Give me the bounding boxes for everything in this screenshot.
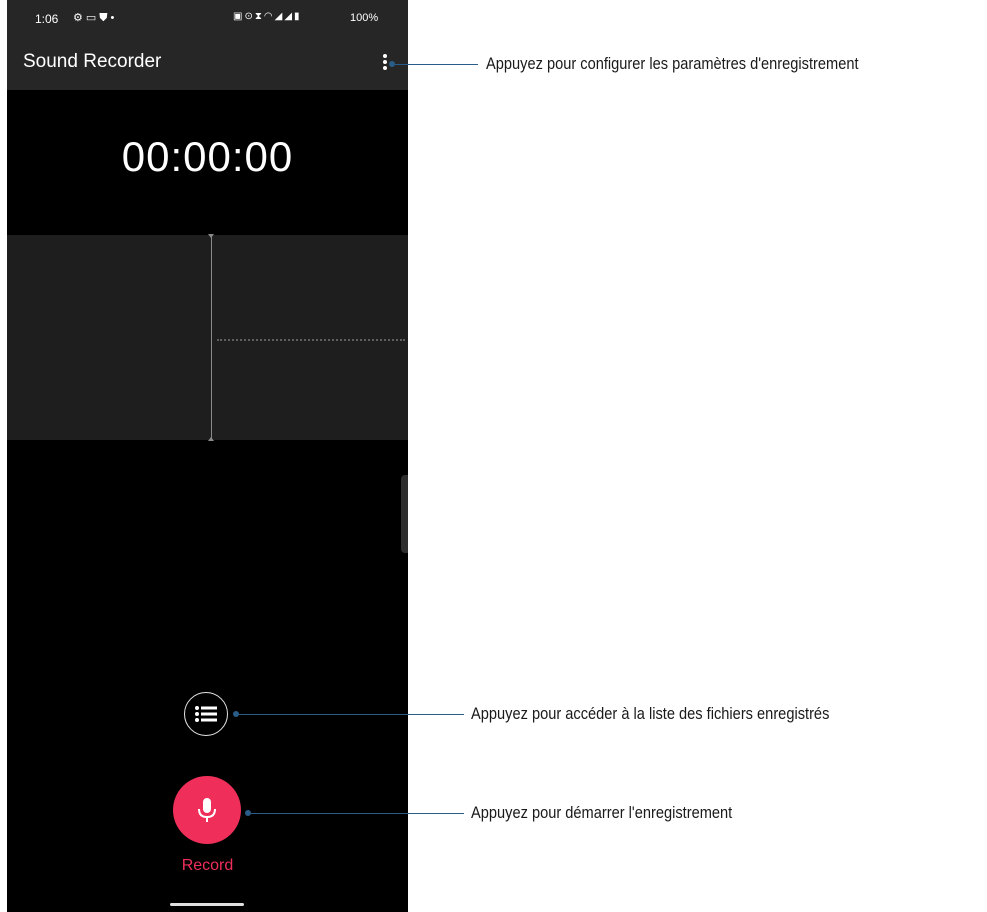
- notification-dot-icon: •: [110, 12, 118, 24]
- microphone-icon: [198, 798, 216, 822]
- wifi-icon: ◠: [263, 11, 275, 22]
- hourglass-icon: ⧗: [254, 11, 264, 22]
- record-label: Record: [181, 857, 234, 874]
- callout-line-record: [251, 813, 464, 814]
- home-indicator[interactable]: [170, 903, 244, 906]
- battery-icon: ▮: [294, 11, 302, 22]
- playhead-top-marker: [208, 234, 214, 238]
- signal-icon: ◢: [274, 11, 285, 22]
- callout-line-list: [239, 714, 464, 715]
- recordings-list-button[interactable]: [184, 692, 228, 736]
- shield-icon: ⛊: [99, 12, 111, 24]
- status-time: 1:06: [35, 12, 59, 26]
- cast-icon: ▣: [233, 11, 245, 22]
- elapsed-timer: 00:00:00: [121, 133, 294, 180]
- record-button[interactable]: [173, 776, 241, 844]
- sim-card-icon: ▭: [85, 12, 100, 24]
- settings-gear-icon: ⚙: [73, 12, 86, 24]
- callout-line-settings: [395, 64, 478, 65]
- callout-record: Appuyez pour démarrer l'enregistrement: [471, 803, 733, 822]
- app-title: Sound Recorder: [23, 51, 162, 72]
- app-bar: Sound Recorder: [7, 40, 408, 90]
- list-icon: [195, 706, 217, 722]
- phone-screen: 1:06 ⚙▭⛊• ▣⊙⧗◠◢◢▮ 100% Sound Recorder 00…: [7, 0, 408, 912]
- callout-list: Appuyez pour accéder à la liste des fich…: [471, 704, 830, 723]
- battery-percentage: 100%: [350, 12, 379, 24]
- status-right-icons: ▣⊙⧗◠◢◢▮: [233, 11, 302, 22]
- signal-icon: ◢: [284, 11, 295, 22]
- sync-icon: ⊙: [244, 11, 255, 22]
- waveform-area: [7, 234, 408, 441]
- callout-settings: Appuyez pour configurer les paramètres d…: [486, 54, 859, 73]
- waveform-baseline: [217, 339, 405, 341]
- playhead-line: [211, 235, 212, 440]
- more-vert-icon: [383, 54, 387, 70]
- status-bar: 1:06 ⚙▭⛊• ▣⊙⧗◠◢◢▮ 100%: [7, 0, 408, 40]
- playhead-bottom-marker: [208, 437, 214, 441]
- edge-panel-handle[interactable]: [401, 475, 408, 553]
- status-left-icons: ⚙▭⛊•: [73, 11, 117, 25]
